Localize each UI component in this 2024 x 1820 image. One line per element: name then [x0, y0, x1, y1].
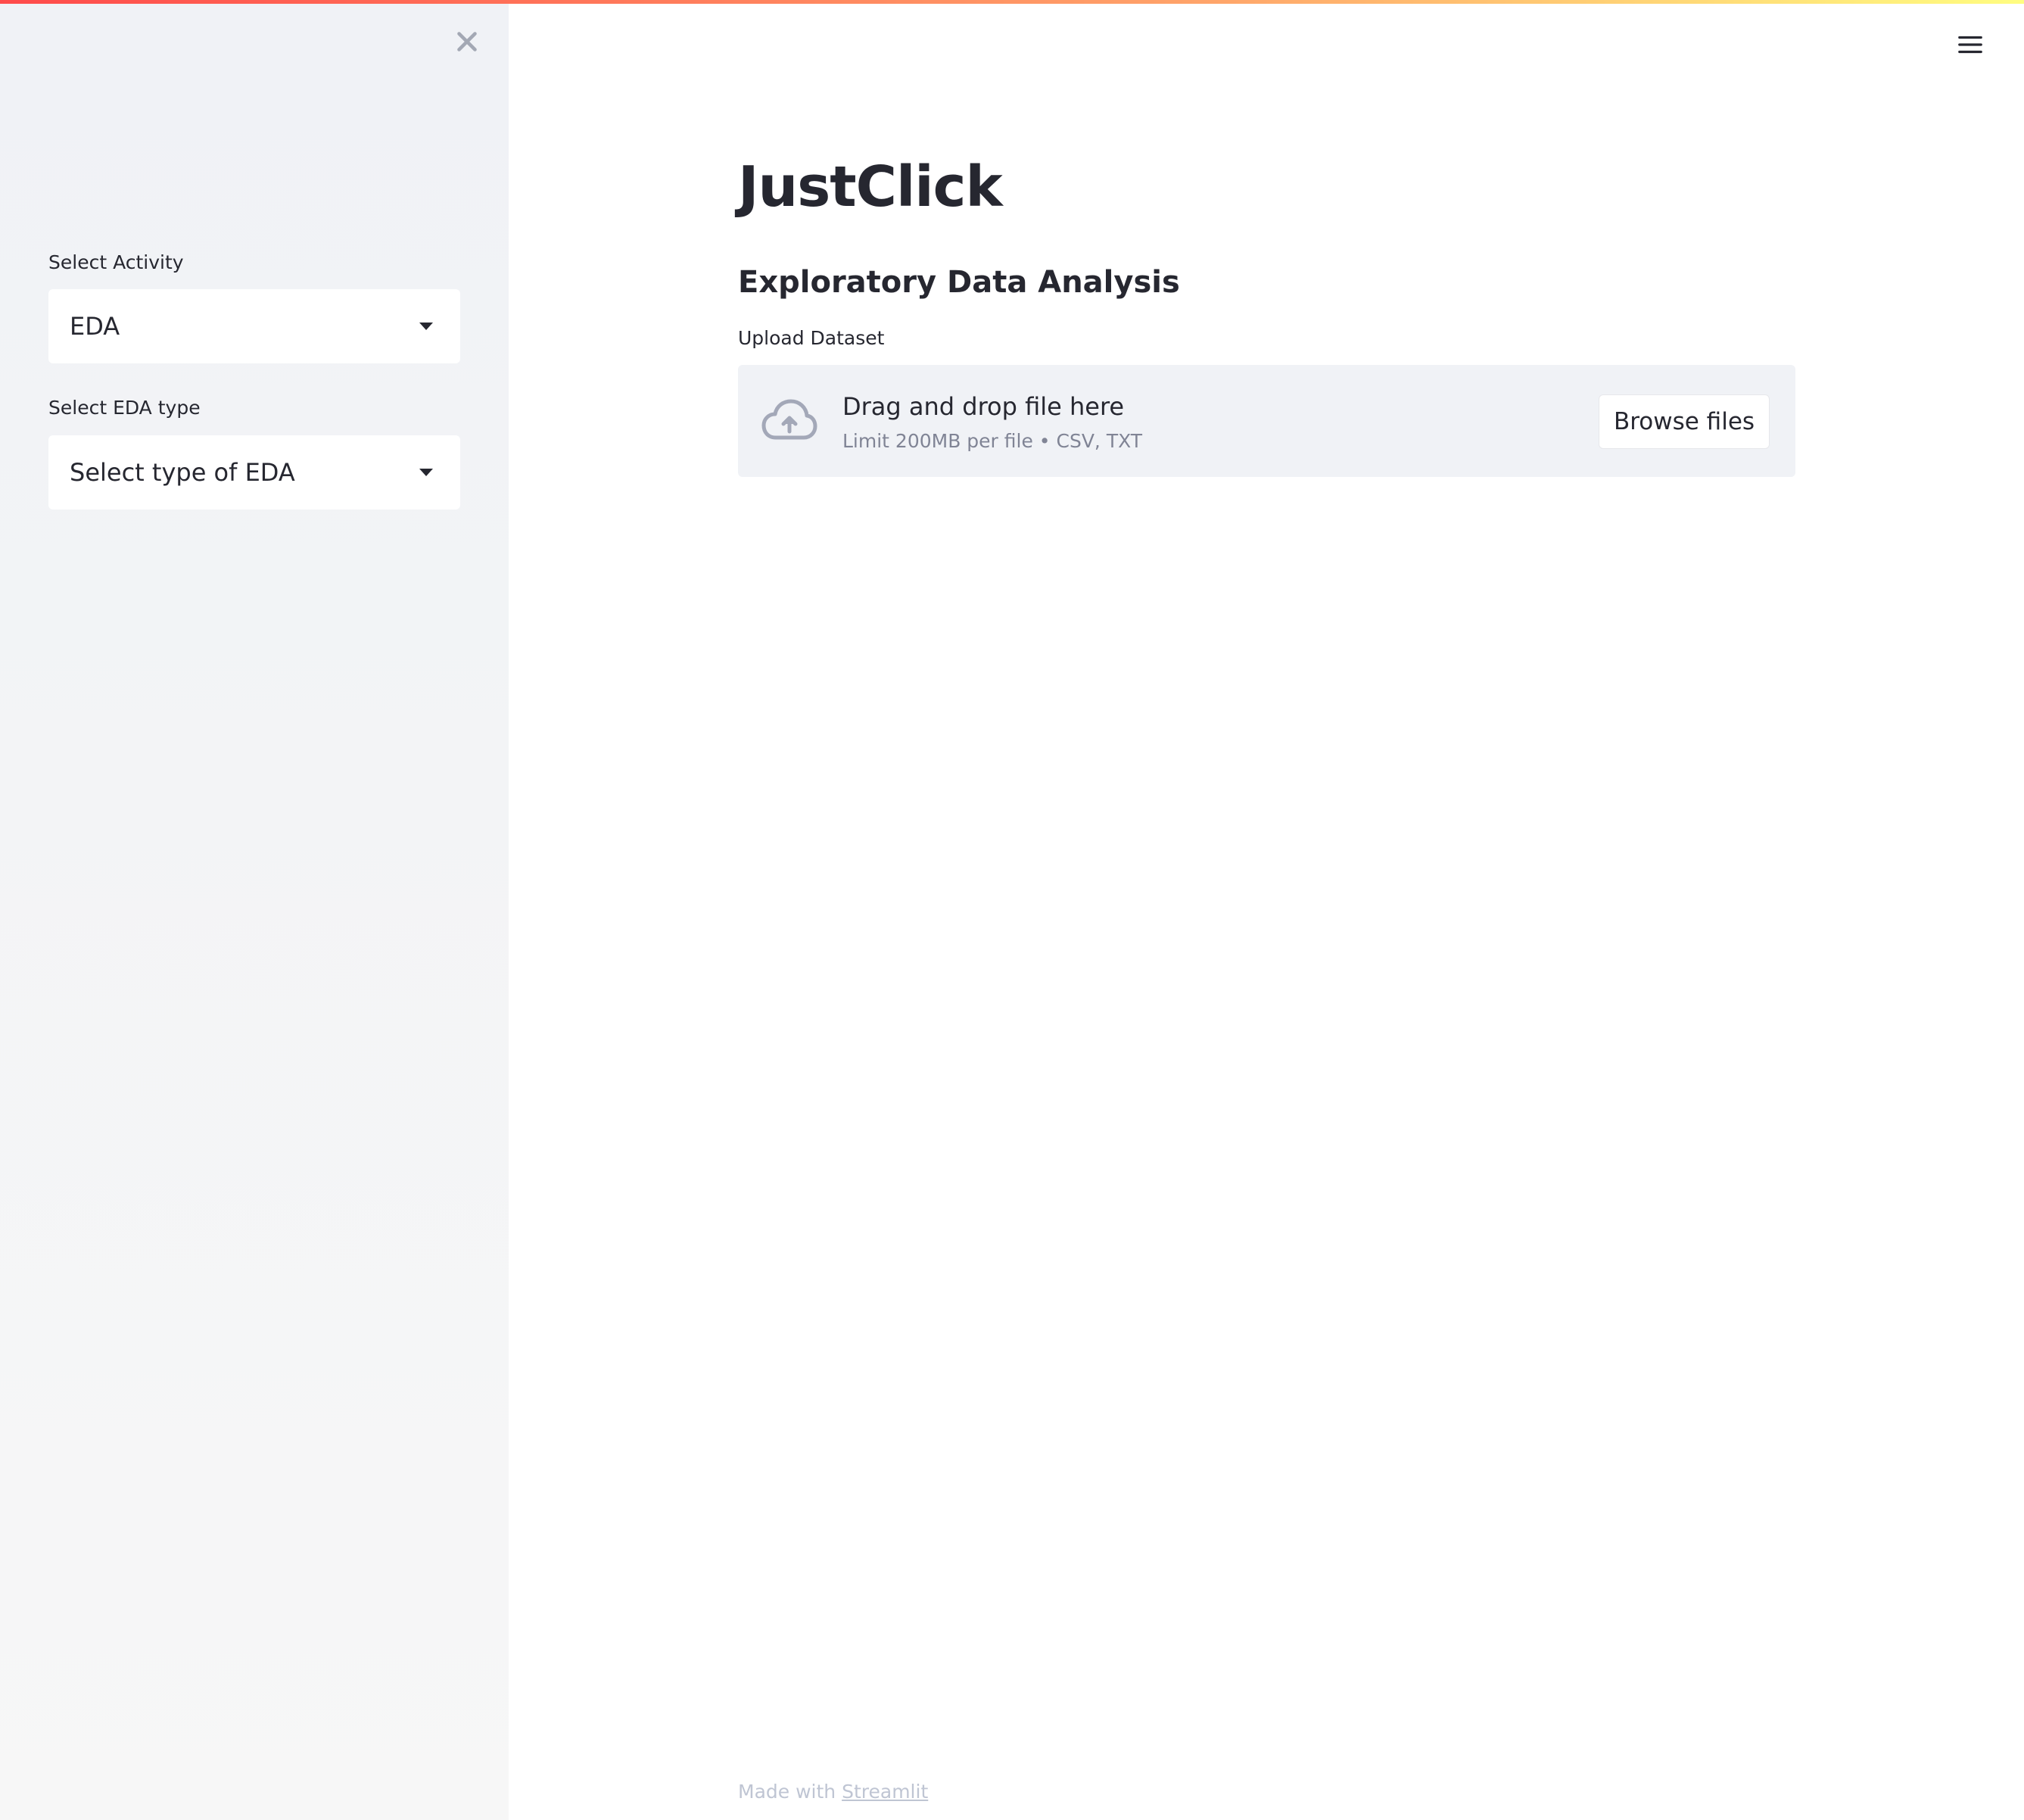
dropzone-limit-text: Limit 200MB per file • CSV, TXT [842, 430, 1143, 452]
select-eda-type-value: Select type of EDA [70, 458, 295, 487]
hamburger-menu-icon[interactable] [1956, 30, 1985, 59]
close-icon[interactable] [451, 26, 483, 58]
browse-files-button[interactable]: Browse files [1599, 394, 1770, 449]
chevron-down-icon [419, 469, 433, 476]
chevron-down-icon [419, 323, 433, 330]
select-eda-type-dropdown[interactable]: Select type of EDA [48, 435, 460, 510]
file-dropzone[interactable]: Drag and drop file here Limit 200MB per … [738, 365, 1795, 477]
page-title: JustClick [738, 154, 1003, 220]
select-activity-dropdown[interactable]: EDA [48, 289, 460, 363]
select-eda-type-label: Select EDA type [48, 397, 201, 419]
app-page: Select Activity EDA Select EDA type Sele… [0, 0, 2024, 1820]
sidebar: Select Activity EDA Select EDA type Sele… [0, 0, 509, 1820]
top-decoration-bar [0, 0, 2024, 4]
select-activity-label: Select Activity [48, 251, 184, 273]
select-activity-value: EDA [70, 312, 120, 341]
section-title: Exploratory Data Analysis [738, 265, 1180, 300]
upload-dataset-label: Upload Dataset [738, 327, 885, 349]
cloud-upload-icon [761, 395, 818, 445]
footer: Made with Streamlit [738, 1781, 928, 1803]
streamlit-link[interactable]: Streamlit [842, 1781, 928, 1803]
dropzone-instruction: Drag and drop file here [842, 392, 1125, 421]
footer-prefix: Made with [738, 1781, 836, 1803]
